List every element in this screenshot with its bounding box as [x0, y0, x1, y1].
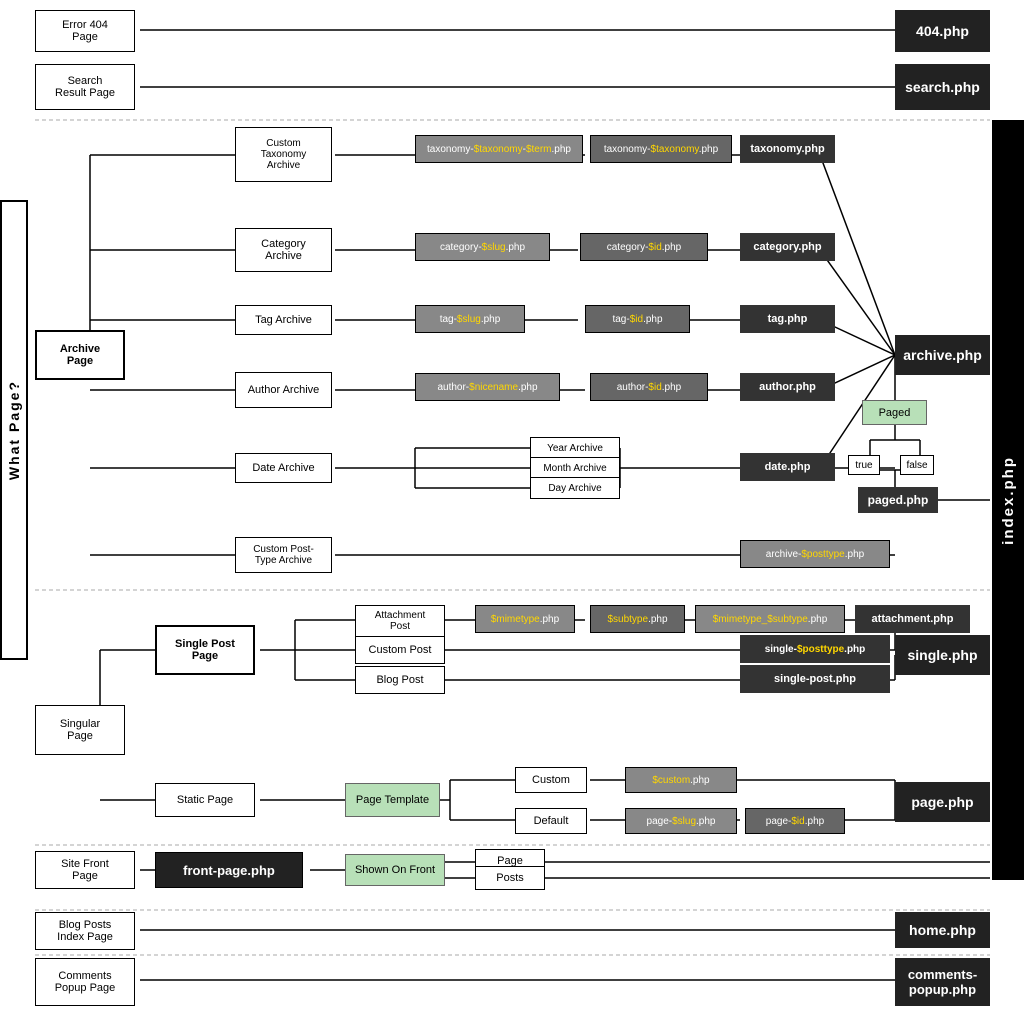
blog-posts-index-box: Blog Posts Index Page [35, 912, 135, 950]
index-php-sidebar: index.php [992, 120, 1024, 880]
tag-archive-box: Tag Archive [235, 305, 332, 335]
what-page-sidebar: What Page? [0, 200, 28, 660]
category-id-file: category-$id.php [580, 233, 708, 261]
custom-post-type-archive-box: Custom Post- Type Archive [235, 537, 332, 573]
posts-option-box: Posts [475, 866, 545, 890]
custom-post-type-archive-file: archive-$posttype.php [740, 540, 890, 568]
comments-popup-box: Comments Popup Page [35, 958, 135, 1006]
category-slug-file: category-$slug.php [415, 233, 550, 261]
page-php-file: page.php [895, 782, 990, 822]
page-slug-file: page-$slug.php [625, 808, 737, 834]
taxonomy-fallback-file: taxonomy.php [740, 135, 835, 163]
comments-popup-php-file: comments- popup.php [895, 958, 990, 1006]
page-id-file: page-$id.php [745, 808, 845, 834]
author-fallback-file: author.php [740, 373, 835, 401]
index-php-label: index.php [1000, 456, 1017, 545]
diagram-container: What Page? index.php Error 404 Page 404.… [0, 0, 1024, 1017]
single-post-page-box: Single Post Page [155, 625, 255, 675]
date-archive-box: Date Archive [235, 453, 332, 483]
what-page-label: What Page? [6, 380, 22, 480]
site-front-page-box: Site Front Page [35, 851, 135, 889]
default-template-label: Default [515, 808, 587, 834]
author-nicename-file: author-$nicename.php [415, 373, 560, 401]
custom-template-label: Custom [515, 767, 587, 793]
static-page-box: Static Page [155, 783, 255, 817]
custom-post-box: Custom Post [355, 636, 445, 664]
archive-php-file: archive.php [895, 335, 990, 375]
paged-false-box: false [900, 455, 934, 475]
home-php-file: home.php [895, 912, 990, 948]
page-template-box: Page Template [345, 783, 440, 817]
category-archive-box: Category Archive [235, 228, 332, 272]
paged-true-box: true [848, 455, 880, 475]
custom-taxonomy-archive-box: Custom Taxonomy Archive [235, 127, 332, 182]
tag-fallback-file: tag.php [740, 305, 835, 333]
attachment-post-box: Attachment Post [355, 605, 445, 637]
archive-page-label: Archive Page [60, 343, 100, 367]
archive-page-box: Archive Page [35, 330, 125, 380]
category-fallback-file: category.php [740, 233, 835, 261]
year-archive-box: Year Archive [530, 437, 620, 459]
single-post-file: single-post.php [740, 665, 890, 693]
shown-on-front-box: Shown On Front [345, 854, 445, 886]
date-fallback-file: date.php [740, 453, 835, 481]
day-archive-box: Day Archive [530, 477, 620, 499]
paged-php-file: paged.php [858, 487, 938, 513]
blog-post-box: Blog Post [355, 666, 445, 694]
error-404-box: Error 404 Page [35, 10, 135, 52]
mimetype-subtype-file: $mimetype_$subtype.php [695, 605, 845, 633]
author-id-file: author-$id.php [590, 373, 708, 401]
taxonomy-file: taxonomy-$taxonomy.php [590, 135, 732, 163]
singular-page-box: Singular Page [35, 705, 125, 755]
search-result-label: Search Result Page [55, 75, 115, 99]
attachment-fallback-file: attachment.php [855, 605, 970, 633]
single-php-file: single.php [895, 635, 990, 675]
tag-slug-file: tag-$slug.php [415, 305, 525, 333]
author-archive-box: Author Archive [235, 372, 332, 408]
error-404-file: 404.php [895, 10, 990, 52]
subtype-file: $subtype.php [590, 605, 685, 633]
tag-id-file: tag-$id.php [585, 305, 690, 333]
mimetype-file: $mimetype.php [475, 605, 575, 633]
taxonomy-term-file: taxonomy-$taxonomy-$term.php [415, 135, 583, 163]
month-archive-box: Month Archive [530, 457, 620, 479]
paged-box: Paged [862, 400, 927, 425]
search-php-file: search.php [895, 64, 990, 110]
single-posttype-file: single-$posttype.php [740, 635, 890, 663]
custom-template-file: $custom.php [625, 767, 737, 793]
front-page-php-file: front-page.php [155, 852, 303, 888]
error-404-label: Error 404 Page [62, 19, 108, 43]
search-result-box: Search Result Page [35, 64, 135, 110]
